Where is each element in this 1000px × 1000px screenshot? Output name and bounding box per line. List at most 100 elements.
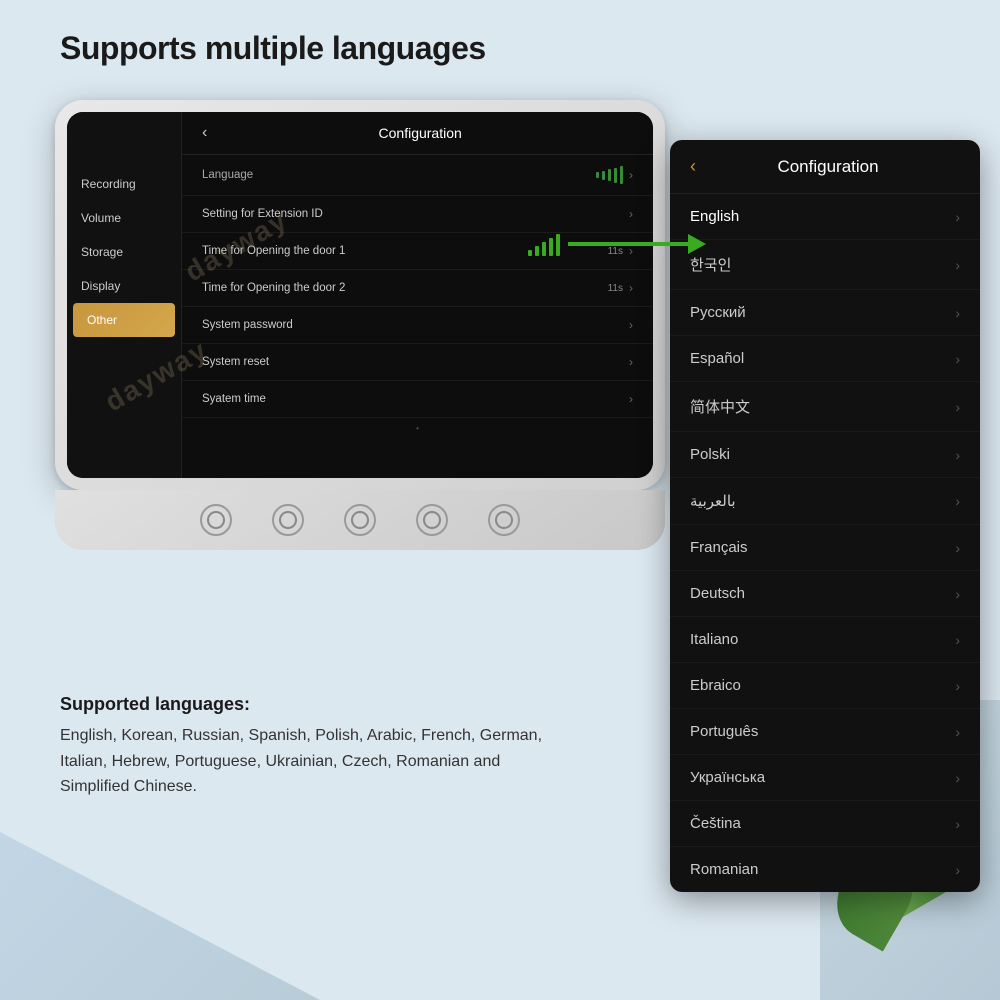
device-btn-4[interactable] <box>416 504 448 536</box>
device-btn-2[interactable] <box>272 504 304 536</box>
language-panel: ‹ Configuration English › 한국인 › Русский … <box>670 140 980 892</box>
chevron-icon: › <box>629 355 633 369</box>
chevron-icon: › <box>629 207 633 221</box>
lang-item-korean[interactable]: 한국인 › <box>670 240 980 290</box>
menu-value-door2: 11s <box>608 283 623 294</box>
screen-header: ‹ Configuration <box>182 112 653 155</box>
arrow-line <box>568 242 688 246</box>
device-mockup: Recording Volume Storage Display Other ‹… <box>55 100 665 550</box>
sidebar-item-other[interactable]: Other <box>73 303 175 337</box>
chevron-icon: › <box>955 540 960 556</box>
chevron-icon: › <box>955 724 960 740</box>
chevron-icon: › <box>955 816 960 832</box>
device-screen: Recording Volume Storage Display Other ‹… <box>67 112 653 478</box>
chevron-icon: › <box>955 586 960 602</box>
bar-4 <box>614 168 617 183</box>
lang-item-italian[interactable]: Italiano › <box>670 617 980 663</box>
page-title: Supports multiple languages <box>60 30 486 67</box>
lang-text-korean: 한국인 <box>690 254 955 275</box>
lang-text-english: English <box>690 208 955 225</box>
lang-text-german: Deutsch <box>690 585 955 602</box>
chevron-icon: › <box>955 632 960 648</box>
lang-item-english[interactable]: English › <box>670 194 980 240</box>
lang-item-czech[interactable]: Čeština › <box>670 801 980 847</box>
lang-item-polish[interactable]: Polski › <box>670 432 980 478</box>
lang-item-french[interactable]: Français › <box>670 525 980 571</box>
chevron-icon: › <box>955 305 960 321</box>
lang-text-italian: Italiano <box>690 631 955 648</box>
sidebar-item-storage[interactable]: Storage <box>67 235 181 269</box>
sidebar-item-volume[interactable]: Volume <box>67 201 181 235</box>
lang-panel-header: ‹ Configuration <box>670 140 980 194</box>
lang-text-french: Français <box>690 539 955 556</box>
lang-text-hebrew: Ebraico <box>690 677 955 694</box>
chevron-icon: › <box>629 281 633 295</box>
lang-text-russian: Русский <box>690 304 955 321</box>
bottom-text-section: Supported languages: English, Korean, Ru… <box>60 694 560 800</box>
lang-panel-title: Configuration <box>696 157 960 177</box>
signal-bar-2 <box>535 246 539 256</box>
signal-bar-1 <box>528 250 532 256</box>
screen-header-title: Configuration <box>207 125 633 141</box>
device-btn-3[interactable] <box>344 504 376 536</box>
menu-item-reset[interactable]: System reset › <box>182 344 653 381</box>
device-outer: Recording Volume Storage Display Other ‹… <box>55 100 665 490</box>
lang-item-ukrainian[interactable]: Українська › <box>670 755 980 801</box>
chevron-icon: › <box>955 678 960 694</box>
language-signal-bars <box>596 166 623 184</box>
chevron-icon: › <box>629 168 633 182</box>
chevron-icon: › <box>955 351 960 367</box>
menu-item-time[interactable]: Syatem time › <box>182 381 653 418</box>
menu-label-extension: Setting for Extension ID <box>202 208 629 220</box>
menu-item-door2[interactable]: Time for Opening the door 2 11s › <box>182 270 653 307</box>
bar-3 <box>608 169 611 181</box>
lang-item-hebrew[interactable]: Ebraico › <box>670 663 980 709</box>
chevron-icon: › <box>629 318 633 332</box>
menu-label-time: Syatem time <box>202 393 629 405</box>
arrow-indicator <box>520 232 706 256</box>
menu-item-language[interactable]: Language › <box>182 155 653 196</box>
lang-item-arabic[interactable]: بالعربية › <box>670 478 980 525</box>
page-indicator: • <box>182 418 653 439</box>
device-btn-5[interactable] <box>488 504 520 536</box>
menu-label-language: Language <box>202 169 596 181</box>
signal-bar-5 <box>556 234 560 256</box>
bar-2 <box>602 171 605 180</box>
lang-item-romanian[interactable]: Romanian › <box>670 847 980 892</box>
chevron-icon: › <box>955 209 960 225</box>
signal-bar-3 <box>542 242 546 256</box>
lang-text-romanian: Romanian <box>690 861 955 878</box>
menu-label-door2: Time for Opening the door 2 <box>202 282 608 294</box>
lang-text-spanish: Español <box>690 350 955 367</box>
device-btn-1[interactable] <box>200 504 232 536</box>
signal-bars <box>528 232 560 256</box>
supported-languages-body: English, Korean, Russian, Spanish, Polis… <box>60 723 560 800</box>
chevron-icon: › <box>955 399 960 415</box>
bar-5 <box>620 166 623 184</box>
supported-languages-title: Supported languages: <box>60 694 560 715</box>
chevron-icon: › <box>955 493 960 509</box>
lang-text-ukrainian: Українська <box>690 769 955 786</box>
lang-item-portuguese[interactable]: Português › <box>670 709 980 755</box>
lang-text-czech: Čeština <box>690 815 955 832</box>
sidebar-item-display[interactable]: Display <box>67 269 181 303</box>
lang-text-polish: Polski <box>690 446 955 463</box>
lang-item-spanish[interactable]: Español › <box>670 336 980 382</box>
signal-bar-4 <box>549 238 553 256</box>
menu-item-password[interactable]: System password › <box>182 307 653 344</box>
arrow-head <box>688 234 706 254</box>
device-bottom-bar <box>55 490 665 550</box>
chevron-icon: › <box>955 447 960 463</box>
chevron-icon: › <box>955 770 960 786</box>
lang-item-german[interactable]: Deutsch › <box>670 571 980 617</box>
lang-text-arabic: بالعربية <box>690 492 955 510</box>
chevron-icon: › <box>955 862 960 878</box>
menu-label-password: System password <box>202 319 629 331</box>
chevron-icon: › <box>629 392 633 406</box>
screen-sidebar: Recording Volume Storage Display Other <box>67 112 182 478</box>
sidebar-item-recording[interactable]: Recording <box>67 167 181 201</box>
lang-text-portuguese: Português <box>690 723 955 740</box>
menu-item-extension[interactable]: Setting for Extension ID › <box>182 196 653 233</box>
lang-item-russian[interactable]: Русский › <box>670 290 980 336</box>
lang-item-chinese[interactable]: 简体中文 › <box>670 382 980 432</box>
